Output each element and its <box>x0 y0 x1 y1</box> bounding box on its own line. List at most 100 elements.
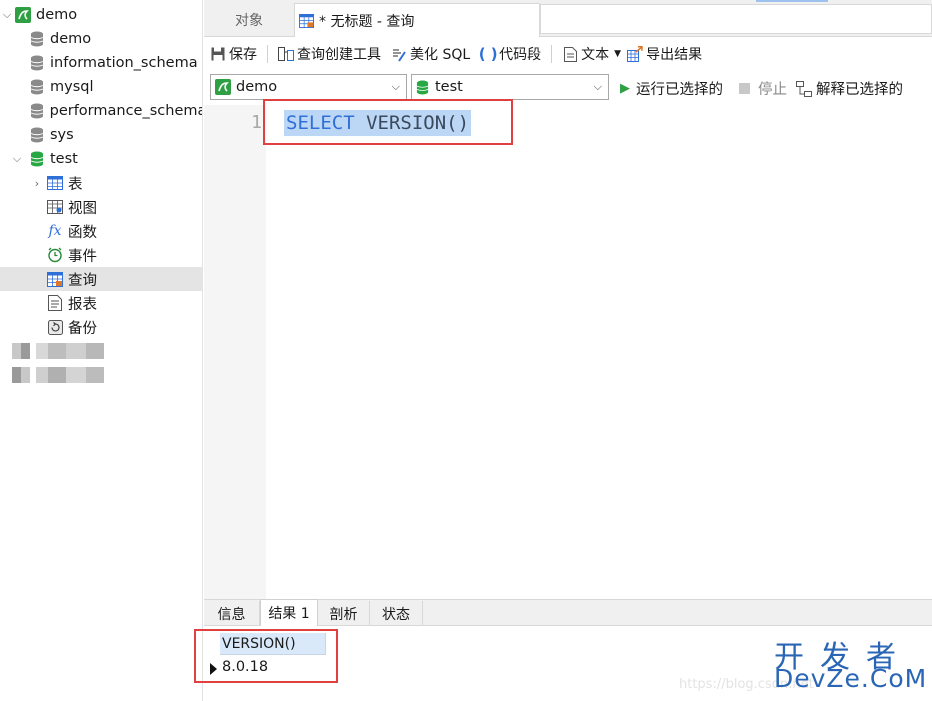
run-selected-label: 运行已选择的 <box>636 82 723 98</box>
tree-item-label: 备份 <box>68 320 97 337</box>
database-open-icon <box>416 80 429 95</box>
toolbar-separator <box>267 45 268 63</box>
tab-info[interactable]: 信息 <box>204 601 260 626</box>
explain-selected-label: 解释已选择的 <box>816 82 903 98</box>
beautify-sql-button[interactable]: 美化 SQL <box>391 44 470 64</box>
database-label: mysql <box>50 79 94 95</box>
tree-item-label: 视图 <box>68 200 97 217</box>
stop-icon <box>739 83 750 94</box>
code-snippet-button[interactable]: ( ) 代码段 <box>478 44 541 64</box>
tree-item-tables[interactable]: › 表 <box>0 171 202 195</box>
tab-profile[interactable]: 剖析 <box>318 601 370 626</box>
tab-strip-accent <box>756 0 828 2</box>
tree-db-sys[interactable]: sys <box>0 123 202 147</box>
database-icon <box>28 30 46 48</box>
stop-label: 停止 <box>758 82 787 98</box>
database-icon <box>28 78 46 96</box>
parentheses-icon: ( ) <box>478 45 498 63</box>
database-select-value: test <box>435 79 463 95</box>
query-builder-icon <box>278 46 294 62</box>
database-label: performance_schema <box>49 103 203 119</box>
connection-select-value: demo <box>236 79 278 95</box>
text-mode-button[interactable]: 文本 ▼ <box>562 44 621 64</box>
connection-label: demo <box>36 7 78 23</box>
tab-result-1[interactable]: 结果 1 <box>260 599 318 626</box>
blurred-connection-1[interactable] <box>12 343 104 359</box>
database-label: sys <box>50 127 74 143</box>
tree-item-label: 报表 <box>68 296 97 313</box>
magic-wand-icon <box>391 46 407 62</box>
function-icon: fx <box>48 223 62 239</box>
tab-query-label: * 无标题 - 查询 <box>319 13 415 30</box>
tree-db-test[interactable]: ⌵ test <box>0 147 202 171</box>
database-icon <box>28 54 46 72</box>
tab-query[interactable]: * 无标题 - 查询 <box>294 3 540 37</box>
dropdown-arrow-icon[interactable]: ▼ <box>614 49 621 59</box>
tab-status[interactable]: 状态 <box>370 601 423 626</box>
result-grid: VERSION() 8.0.18 https://blog.csdn.net 开… <box>194 627 932 701</box>
navigation-tree: ⌵ demo demo information_schema mysql per… <box>0 0 203 701</box>
explain-icon <box>796 80 812 97</box>
mysql-connection-icon <box>215 79 231 95</box>
database-icon <box>28 126 46 144</box>
collapse-arrow-icon[interactable]: ⌵ <box>10 152 24 166</box>
tree-db-demo[interactable]: demo <box>0 27 202 51</box>
play-icon: ▶ <box>620 81 630 96</box>
tree-item-label: 查询 <box>68 272 97 289</box>
tree-item-views[interactable]: 视图 <box>0 195 202 219</box>
event-icon <box>46 246 64 264</box>
chevron-down-icon[interactable]: ⌵ <box>594 80 602 94</box>
backup-icon <box>46 318 64 336</box>
annotation-highlight-box <box>263 99 513 145</box>
table-icon <box>46 174 64 192</box>
database-label: information_schema <box>50 55 198 71</box>
tree-db-information-schema[interactable]: information_schema <box>0 51 202 75</box>
text-mode-label: 文本 <box>581 47 610 63</box>
tree-item-backups[interactable]: 备份 <box>0 315 202 339</box>
tree-item-reports[interactable]: 报表 <box>0 291 202 315</box>
export-icon <box>627 46 643 62</box>
query-icon <box>299 13 314 28</box>
database-label: demo <box>50 31 92 47</box>
report-icon <box>46 294 64 312</box>
query-builder-label: 查询创建工具 <box>297 47 381 63</box>
save-icon <box>210 46 226 62</box>
tree-db-mysql[interactable]: mysql <box>0 75 202 99</box>
beautify-sql-label: 美化 SQL <box>410 47 471 63</box>
tree-item-queries[interactable]: 查询 <box>0 267 202 291</box>
database-icon <box>28 102 46 120</box>
tree-item-functions[interactable]: fx 函数 <box>0 219 202 243</box>
result-tab-strip: 信息 结果 1 剖析 状态 <box>204 599 932 626</box>
mysql-connection-icon <box>14 6 32 24</box>
watermark-brand-en: DevZe.CoM <box>774 664 928 693</box>
tree-item-events[interactable]: 事件 <box>0 243 202 267</box>
connection-select[interactable]: demo ⌵ <box>210 74 407 100</box>
tree-db-performance-schema[interactable]: performance_schema <box>0 99 203 123</box>
tab-search-box[interactable] <box>540 4 932 34</box>
view-icon <box>46 198 64 216</box>
chevron-down-icon[interactable]: ⌵ <box>392 80 400 94</box>
database-label: test <box>50 151 78 167</box>
database-select[interactable]: test ⌵ <box>411 74 609 100</box>
tree-item-label: 事件 <box>68 248 97 265</box>
query-builder-button[interactable]: 查询创建工具 <box>278 44 381 64</box>
tab-objects[interactable]: 对象 <box>204 3 294 37</box>
database-open-icon <box>28 150 46 168</box>
query-toolbar: 保存 查询创建工具 美化 SQL ( ) 代码段 文本 ▼ 导出结果 <box>204 38 932 70</box>
save-label: 保存 <box>229 47 257 63</box>
expand-arrow-icon[interactable]: › <box>30 177 44 190</box>
tab-strip: 对象 * 无标题 - 查询 <box>204 0 932 37</box>
toolbar-separator <box>551 45 553 63</box>
explain-selected-button[interactable]: 解释已选择的 <box>796 78 903 99</box>
sql-editor[interactable]: 1 SELECT VERSION() <box>204 99 932 599</box>
save-button[interactable]: 保存 <box>210 44 257 64</box>
export-results-button[interactable]: 导出结果 <box>627 44 702 64</box>
export-results-label: 导出结果 <box>646 47 703 63</box>
blurred-connection-2[interactable] <box>12 367 104 383</box>
tree-connection-demo[interactable]: ⌵ demo <box>0 3 202 27</box>
line-number: 1 <box>251 112 262 133</box>
tree-item-label: 函数 <box>68 224 97 241</box>
collapse-arrow-icon[interactable]: ⌵ <box>0 8 14 22</box>
run-selected-button[interactable]: ▶ 运行已选择的 <box>620 78 723 99</box>
stop-button[interactable]: 停止 <box>739 78 787 99</box>
